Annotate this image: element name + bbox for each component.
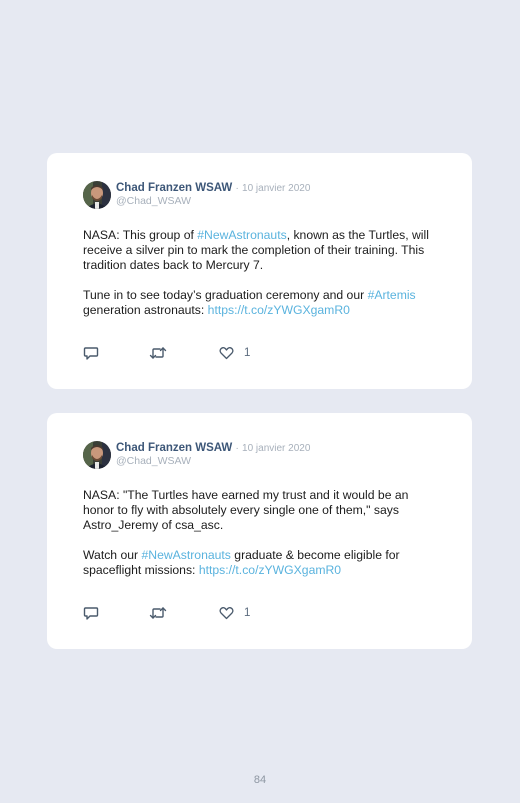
retweet-icon bbox=[149, 346, 167, 360]
tweet-paragraph: Watch our #NewAstronauts graduate & beco… bbox=[83, 548, 433, 578]
like-button[interactable]: 1 bbox=[219, 345, 250, 361]
reply-icon bbox=[83, 606, 99, 621]
text-segment: Watch our bbox=[83, 548, 142, 562]
separator: · bbox=[235, 443, 239, 454]
author-handle[interactable]: @Chad_WSAW bbox=[116, 195, 310, 208]
author-name[interactable]: Chad Franzen WSAW bbox=[116, 442, 232, 454]
reply-button[interactable] bbox=[83, 605, 99, 621]
page-number: 84 bbox=[253, 774, 267, 786]
tweet-card: Chad Franzen WSAW · 10 janvier 2020 @Cha… bbox=[47, 153, 472, 389]
text-segment: NASA: "The Turtles have earned my trust … bbox=[83, 488, 409, 532]
tweet-actions: 1 bbox=[83, 605, 283, 621]
retweet-button[interactable] bbox=[149, 605, 167, 621]
tweet-header: Chad Franzen WSAW · 10 janvier 2020 @Cha… bbox=[116, 442, 310, 468]
avatar[interactable] bbox=[83, 441, 111, 469]
tweet-date[interactable]: 10 janvier 2020 bbox=[242, 443, 310, 454]
reply-icon bbox=[83, 346, 99, 361]
like-count: 1 bbox=[244, 607, 251, 619]
retweet-icon bbox=[149, 606, 167, 620]
hashtag-link[interactable]: #NewAstronauts bbox=[197, 228, 286, 242]
tweet-header: Chad Franzen WSAW · 10 janvier 2020 @Cha… bbox=[116, 182, 310, 208]
url-link[interactable]: https://t.co/zYWGXgamR0 bbox=[199, 563, 341, 577]
url-link[interactable]: https://t.co/zYWGXgamR0 bbox=[208, 303, 350, 317]
like-count: 1 bbox=[244, 347, 251, 359]
heart-icon bbox=[219, 346, 234, 360]
tweet-paragraph: NASA: This group of #NewAstronauts, know… bbox=[83, 228, 433, 273]
text-segment: Tune in to see today’s graduation ceremo… bbox=[83, 288, 368, 302]
tweet-text: NASA: This group of #NewAstronauts, know… bbox=[83, 228, 433, 318]
avatar[interactable] bbox=[83, 181, 111, 209]
tweet-text: NASA: "The Turtles have earned my trust … bbox=[83, 488, 433, 578]
author-handle[interactable]: @Chad_WSAW bbox=[116, 455, 310, 468]
separator: · bbox=[235, 183, 239, 194]
tweet-paragraph: NASA: "The Turtles have earned my trust … bbox=[83, 488, 433, 533]
tweet-date[interactable]: 10 janvier 2020 bbox=[242, 183, 310, 194]
hashtag-link[interactable]: #NewAstronauts bbox=[141, 548, 230, 562]
tweet-paragraph: Tune in to see today’s graduation ceremo… bbox=[83, 288, 433, 318]
text-segment: generation astronauts: bbox=[83, 303, 208, 317]
like-button[interactable]: 1 bbox=[219, 605, 250, 621]
text-segment: NASA: This group of bbox=[83, 228, 198, 242]
author-name[interactable]: Chad Franzen WSAW bbox=[116, 182, 232, 194]
hashtag-link[interactable]: #Artemis bbox=[368, 288, 416, 302]
tweet-actions: 1 bbox=[83, 345, 283, 361]
heart-icon bbox=[219, 606, 234, 620]
retweet-button[interactable] bbox=[149, 345, 167, 361]
reply-button[interactable] bbox=[83, 345, 99, 361]
tweet-card: Chad Franzen WSAW · 10 janvier 2020 @Cha… bbox=[47, 413, 472, 649]
